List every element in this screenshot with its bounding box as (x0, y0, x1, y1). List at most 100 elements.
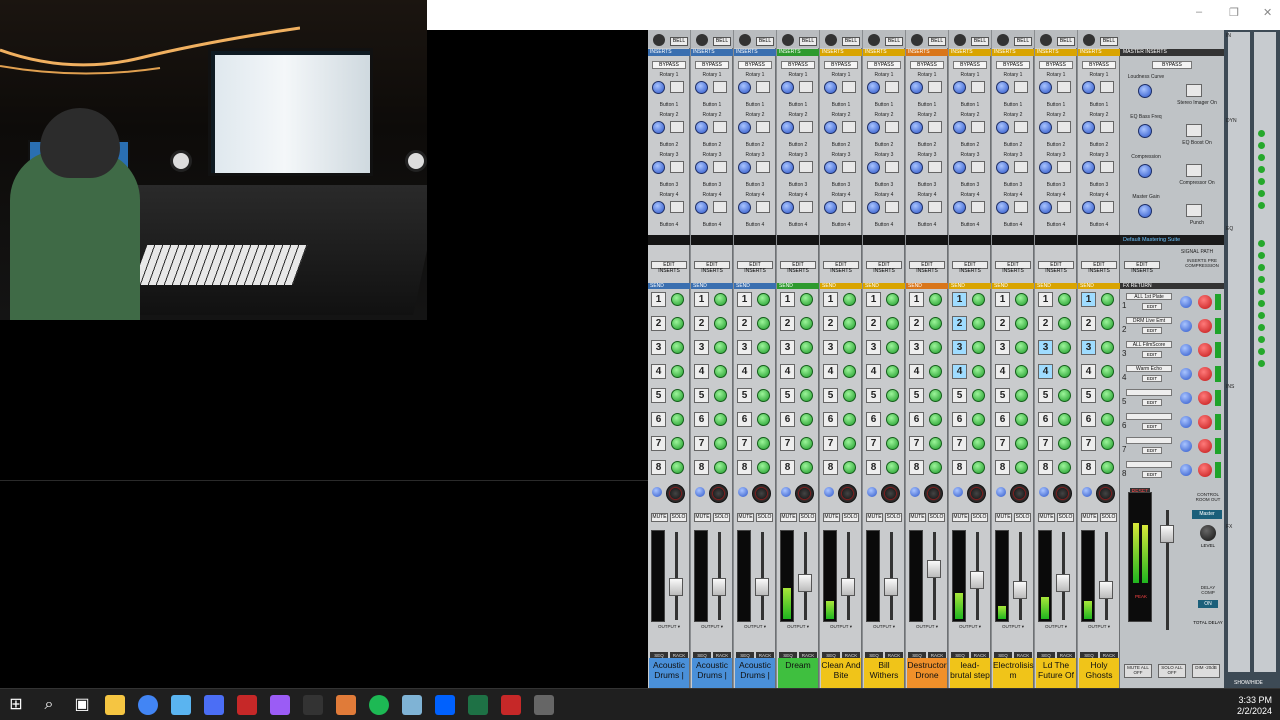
insert-button[interactable] (971, 161, 985, 173)
send-2-button[interactable]: 2 (1081, 316, 1096, 331)
send-level-knob[interactable] (1015, 365, 1028, 378)
send-4-button[interactable]: 4 (995, 364, 1010, 379)
send-level-knob[interactable] (972, 293, 985, 306)
width-knob[interactable] (996, 487, 1006, 497)
send-1-button[interactable]: 1 (1081, 292, 1096, 307)
send-5-button[interactable]: 5 (1081, 388, 1096, 403)
send-level-knob[interactable] (1058, 437, 1071, 450)
send-1-button[interactable]: 1 (952, 292, 967, 307)
app-icon[interactable] (171, 695, 191, 715)
pan-knob[interactable] (1010, 484, 1029, 503)
output-selector[interactable]: OUTPUT ▾ (650, 624, 688, 630)
chrome-icon[interactable] (138, 695, 158, 715)
mute-button[interactable]: MUTE (737, 513, 754, 522)
rotary-knob[interactable] (1082, 161, 1095, 174)
pan-knob[interactable] (795, 484, 814, 503)
send-level-knob[interactable] (972, 365, 985, 378)
channel-fader[interactable] (970, 571, 984, 589)
send-level-knob[interactable] (1058, 293, 1071, 306)
send-level-knob[interactable] (972, 413, 985, 426)
send-4-button[interactable]: 4 (651, 364, 666, 379)
send-2-button[interactable]: 2 (995, 316, 1010, 331)
bell-button[interactable]: BELL (799, 37, 817, 46)
input-gain-knob[interactable] (739, 34, 751, 46)
send-level-knob[interactable] (1101, 317, 1114, 330)
width-knob[interactable] (910, 487, 920, 497)
send-level-knob[interactable] (1101, 341, 1114, 354)
send-3-button[interactable]: 3 (1081, 340, 1096, 355)
fx-edit-button[interactable]: EDIT (1142, 447, 1162, 454)
send-8-button[interactable]: 8 (866, 460, 881, 475)
pan-knob[interactable] (709, 484, 728, 503)
send-7-button[interactable]: 7 (995, 436, 1010, 451)
master-edit-inserts-button[interactable]: EDIT INSERTS (1124, 261, 1160, 274)
send-level-knob[interactable] (929, 341, 942, 354)
fx-return-pan-knob[interactable] (1198, 295, 1212, 309)
send-7-button[interactable]: 7 (1081, 436, 1096, 451)
send-level-knob[interactable] (757, 437, 770, 450)
send-level-knob[interactable] (843, 293, 856, 306)
edit-inserts-button[interactable]: EDIT INSERTS (1081, 261, 1117, 274)
send-6-button[interactable]: 6 (694, 412, 709, 427)
rack-knob[interactable] (1258, 130, 1265, 137)
rotary-knob[interactable] (1039, 81, 1052, 94)
task-view-icon[interactable]: ▣ (72, 695, 92, 715)
send-8-button[interactable]: 8 (694, 460, 709, 475)
send-level-knob[interactable] (800, 317, 813, 330)
insert-button[interactable] (756, 161, 770, 173)
channel-fader[interactable] (884, 578, 898, 596)
insert-button[interactable] (971, 81, 985, 93)
send-6-button[interactable]: 6 (909, 412, 924, 427)
pan-knob[interactable] (752, 484, 771, 503)
close-button[interactable]: ✕ (1263, 6, 1272, 19)
send-8-button[interactable]: 8 (1081, 460, 1096, 475)
bell-button[interactable]: BELL (670, 37, 688, 46)
send-level-knob[interactable] (714, 437, 727, 450)
channel-name[interactable]: Dream (778, 658, 818, 688)
send-3-button[interactable]: 3 (651, 340, 666, 355)
rack-knob[interactable] (1258, 252, 1265, 259)
send-level-knob[interactable] (1058, 341, 1071, 354)
channel-name[interactable]: Acoustic Drums | (649, 658, 689, 688)
send-7-button[interactable]: 7 (866, 436, 881, 451)
send-level-knob[interactable] (757, 341, 770, 354)
send-2-button[interactable]: 2 (737, 316, 752, 331)
rotary-knob[interactable] (953, 161, 966, 174)
edit-inserts-button[interactable]: EDIT INSERTS (780, 261, 816, 274)
send-6-button[interactable]: 6 (866, 412, 881, 427)
send-level-knob[interactable] (671, 461, 684, 474)
rotary-knob[interactable] (996, 161, 1009, 174)
send-4-button[interactable]: 4 (866, 364, 881, 379)
solo-button[interactable]: SOLO (799, 513, 816, 522)
send-4-button[interactable]: 4 (737, 364, 752, 379)
channel-fader[interactable] (1013, 581, 1027, 599)
restore-button[interactable]: ❐ (1229, 6, 1239, 19)
send-4-button[interactable]: 4 (1081, 364, 1096, 379)
send-3-button[interactable]: 3 (823, 340, 838, 355)
send-level-knob[interactable] (929, 389, 942, 402)
insert-button[interactable] (885, 201, 899, 213)
send-level-knob[interactable] (886, 413, 899, 426)
insert-button[interactable] (1014, 81, 1028, 93)
rack-knob[interactable] (1258, 348, 1265, 355)
send-level-knob[interactable] (929, 413, 942, 426)
bypass-button[interactable]: BYPASS (738, 61, 772, 69)
bell-button[interactable]: BELL (1057, 37, 1075, 46)
dim-button[interactable]: DIM -20dB (1192, 664, 1220, 678)
send-level-knob[interactable] (929, 365, 942, 378)
delay-comp-on-button[interactable]: ON (1198, 600, 1218, 608)
bypass-button[interactable]: BYPASS (1039, 61, 1073, 69)
send-6-button[interactable]: 6 (651, 412, 666, 427)
send-7-button[interactable]: 7 (1038, 436, 1053, 451)
pan-knob[interactable] (967, 484, 986, 503)
rotary-knob[interactable] (1082, 121, 1095, 134)
solo-button[interactable]: SOLO (971, 513, 988, 522)
send-6-button[interactable]: 6 (737, 412, 752, 427)
insert-button[interactable] (713, 121, 727, 133)
send-level-knob[interactable] (714, 413, 727, 426)
insert-button[interactable] (1100, 201, 1114, 213)
send-level-knob[interactable] (757, 461, 770, 474)
send-level-knob[interactable] (972, 461, 985, 474)
mute-button[interactable]: MUTE (823, 513, 840, 522)
rack-knob[interactable] (1258, 360, 1265, 367)
